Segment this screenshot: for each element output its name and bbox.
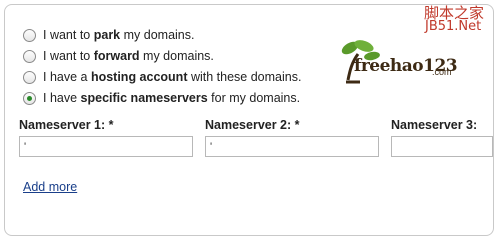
radio-park[interactable] — [23, 28, 36, 42]
option-park-label: I want to park my domains. — [43, 28, 195, 42]
option-forward[interactable]: I want to forward my domains. — [23, 47, 214, 65]
nameserver-3-input[interactable] — [391, 136, 493, 157]
logo-domain-suffix: .com — [432, 67, 452, 77]
nameserver-3-label: Nameserver 3: — [391, 118, 478, 132]
radio-forward[interactable] — [23, 49, 36, 63]
nameserver-2-label: Nameserver 2: * — [205, 118, 300, 132]
radio-nameservers[interactable] — [23, 91, 36, 105]
option-park[interactable]: I want to park my domains. — [23, 26, 194, 44]
nameserver-1-input[interactable] — [19, 136, 193, 157]
option-hosting-label: I have a hosting account with these doma… — [43, 70, 302, 84]
option-forward-label: I want to forward my domains. — [43, 49, 214, 63]
freehao123-logo: freehao123 .com — [336, 36, 462, 86]
radio-hosting[interactable] — [23, 70, 36, 84]
option-hosting[interactable]: I have a hosting account with these doma… — [23, 68, 301, 86]
add-more-link[interactable]: Add more — [23, 180, 77, 194]
option-nameservers-label: I have specific nameservers for my domai… — [43, 91, 301, 105]
nameserver-2-input[interactable] — [205, 136, 379, 157]
nameserver-1-label: Nameserver 1: * — [19, 118, 114, 132]
watermark-line2: JB51.Net — [425, 19, 482, 34]
option-nameservers[interactable]: I have specific nameservers for my domai… — [23, 89, 300, 107]
